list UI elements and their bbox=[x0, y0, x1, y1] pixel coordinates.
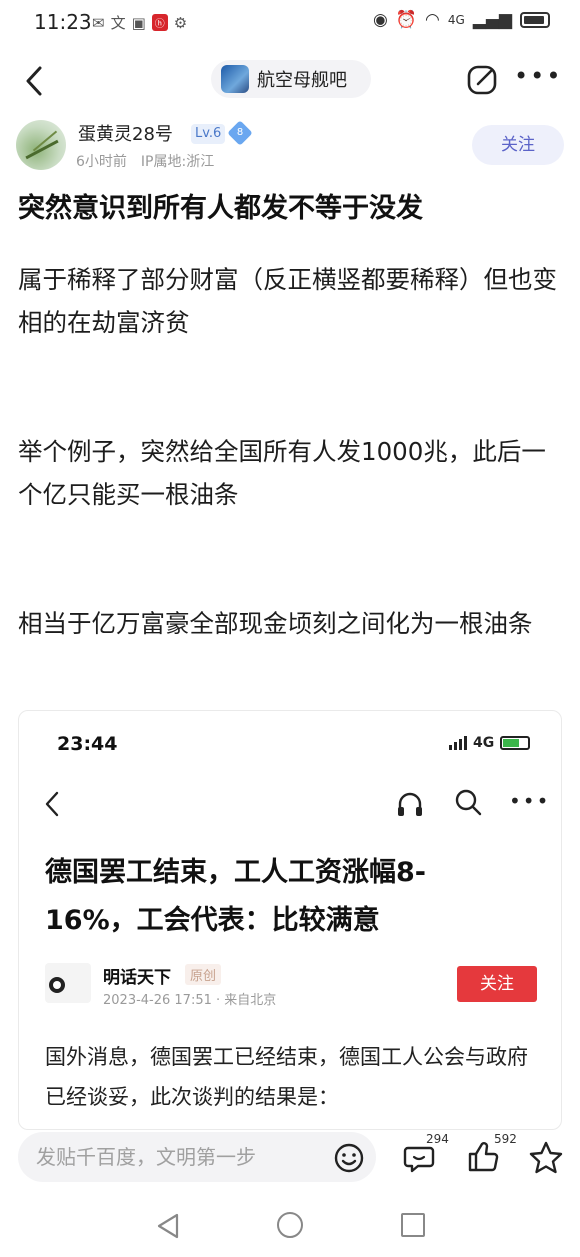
top-nav: 航空母舰吧 ••• bbox=[0, 44, 580, 116]
avatar[interactable] bbox=[16, 120, 66, 170]
comment-input[interactable]: 发贴千百度，文明第一步 bbox=[18, 1132, 376, 1182]
system-home-icon[interactable] bbox=[277, 1212, 303, 1238]
embed-follow-button: 关注 bbox=[457, 966, 537, 1002]
embed-back-icon bbox=[45, 791, 59, 817]
author-row: 蛋黄灵28号 Lv.6 8 6小时前 IP属地:浙江 关注 bbox=[0, 118, 580, 178]
embed-search-icon bbox=[455, 789, 482, 816]
author-name[interactable]: 蛋黄灵28号 bbox=[78, 120, 173, 146]
forum-name: 航空母舰吧 bbox=[257, 70, 347, 91]
emoji-icon[interactable] bbox=[333, 1142, 365, 1174]
level-badge: Lv.6 bbox=[191, 124, 226, 144]
embed-signal-icon bbox=[449, 736, 467, 750]
embed-network: 4G bbox=[473, 735, 495, 751]
embed-article-title: 德国罢工结束，工人工资涨幅8-16%，工会代表：比较满意 bbox=[45, 857, 426, 936]
post-paragraph: 属于稀释了部分财富（反正横竖都要稀释）但也变相的在劫富济贫 bbox=[18, 265, 557, 337]
post-title: 突然意识到所有人都发不等于没发 bbox=[18, 193, 423, 224]
vip-level: 8 bbox=[236, 127, 244, 138]
edit-icon[interactable] bbox=[466, 64, 498, 96]
app-icon: ▣ bbox=[131, 13, 146, 32]
bank-icon: ⓗ bbox=[151, 14, 168, 31]
embed-date: 2023-4-26 17:51 · 来自北京 bbox=[103, 993, 277, 1008]
embed-headphone-icon bbox=[398, 792, 422, 816]
back-icon[interactable] bbox=[20, 64, 50, 98]
embed-more-icon: ••• bbox=[509, 789, 551, 813]
embed-article-body: 国外消息，德国罢工已经结束，德国工人公会与政府已经谈妥，此次谈判的结果是： bbox=[45, 1045, 528, 1109]
embed-status-icons: 4G bbox=[449, 735, 531, 751]
embedded-image[interactable]: 23:44 4G ••• 德国罢工结束，工人工资涨幅8-16%，工会代表：比较满… bbox=[18, 710, 562, 1130]
forum-thumbnail bbox=[221, 65, 249, 93]
system-nav-bar bbox=[0, 1196, 580, 1256]
ip-location: IP属地:浙江 bbox=[140, 154, 215, 170]
wifi-icon: ◠ bbox=[424, 10, 440, 30]
follow-button[interactable]: 关注 bbox=[472, 125, 564, 165]
system-icons: ◉ ⏰ ◠ 4G ▂▄▆ bbox=[373, 10, 550, 30]
settings-icon: ⚙ bbox=[173, 13, 188, 32]
post-paragraph: 举个例子，突然给全国所有人发1000兆，此后一个亿只能买一根油条 bbox=[18, 437, 546, 509]
battery-icon bbox=[520, 12, 550, 28]
embed-original-badge: 原创 bbox=[185, 964, 222, 985]
signal-bars-icon: ▂▄▆ bbox=[472, 10, 512, 30]
alarm-icon: ⏰ bbox=[395, 10, 417, 30]
comment-count: 294 bbox=[426, 1132, 449, 1146]
star-icon[interactable] bbox=[528, 1140, 564, 1176]
more-icon[interactable]: ••• bbox=[514, 62, 560, 96]
author-meta: 6小时前 IP属地:浙江 bbox=[76, 151, 214, 171]
embed-author-name: 明话天下 bbox=[103, 968, 171, 988]
status-time: 11:23 bbox=[34, 10, 92, 34]
forum-pill[interactable]: 航空母舰吧 bbox=[211, 60, 371, 98]
signal-icon: 4G bbox=[447, 13, 465, 27]
embed-author-avatar bbox=[45, 963, 91, 1003]
bottom-action-bar: 发贴千百度，文明第一步 294 592 bbox=[0, 1130, 580, 1186]
embed-battery-icon bbox=[500, 736, 531, 750]
like-count: 592 bbox=[494, 1132, 517, 1146]
system-back-icon[interactable] bbox=[155, 1212, 181, 1240]
vip-badge: 8 bbox=[227, 120, 253, 146]
translate-icon: 文 bbox=[110, 14, 126, 32]
post-paragraph: 相当于亿万富豪全部现金顷刻之间化为一根油条 bbox=[18, 609, 533, 638]
system-recents-icon[interactable] bbox=[401, 1213, 425, 1237]
wechat-icon: ✉ bbox=[92, 13, 105, 32]
post-body: 属于稀释了部分财富（反正横竖都要稀释）但也变相的在劫富济贫 举个例子，突然给全国… bbox=[18, 258, 563, 645]
eye-icon: ◉ bbox=[372, 10, 388, 30]
status-bar: 11:23 ✉ 文 ▣ ⓗ ⚙ ◉ ⏰ ◠ 4G ▂▄▆ bbox=[0, 0, 580, 44]
embed-status-time: 23:44 bbox=[57, 733, 118, 755]
post-time: 6小时前 bbox=[76, 154, 127, 170]
notification-icons: ✉ 文 ▣ ⓗ ⚙ bbox=[92, 12, 187, 33]
